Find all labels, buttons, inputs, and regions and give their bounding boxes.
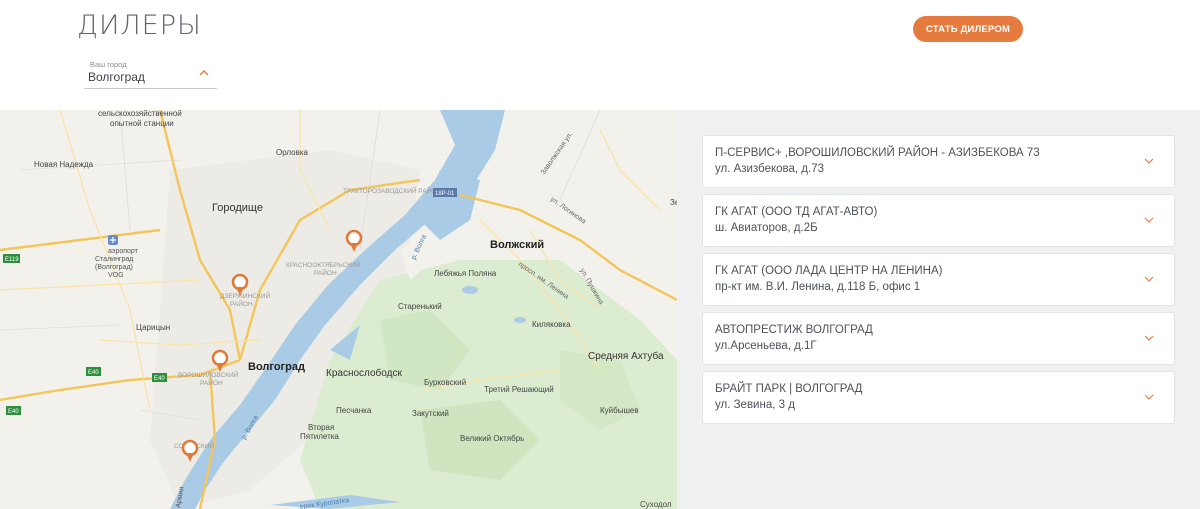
airport-icon: [108, 235, 118, 245]
map-label: Средняя Ахтуба: [588, 350, 664, 362]
map-label: ДЗЕРЖИНСКИЙ: [220, 291, 270, 300]
map-label: Куйбышев: [600, 406, 639, 415]
map-label: КРАСНООКТЯБРЬСКИЙ: [286, 260, 361, 269]
road-shield: 18Р-01: [435, 191, 455, 197]
dealer-card[interactable]: АВТОПРЕСТИЖ ВОЛГОГРАД ул.Арсеньева, д.1Г: [702, 312, 1175, 365]
dealer-address: ул.Арсеньева, д.1Г: [715, 340, 817, 352]
map-label: Зе: [670, 198, 677, 207]
city-select-label: Ваш город: [90, 60, 127, 69]
map-label: опытной станции: [110, 119, 174, 128]
dealer-card[interactable]: ГК АГАТ (ООО ЛАДА ЦЕНТР НА ЛЕНИНА) пр-кт…: [702, 253, 1175, 306]
map-label: Лебяжья Поляна: [434, 269, 497, 278]
page-title: ДИЛЕРЫ: [77, 10, 202, 41]
map-label: Бурковский: [424, 378, 466, 387]
dealer-address: ш. Авиаторов, д.2Б: [715, 222, 818, 234]
map-label: Царицын: [136, 323, 170, 332]
map-label: Киляковка: [532, 320, 571, 329]
dealers-map[interactable]: сельскохозяйственной опытной станции Орл…: [0, 110, 677, 509]
road-shield: E119: [5, 257, 19, 263]
map-label: Новая Надежда: [34, 160, 94, 169]
dealer-address: ул. Зевина, 3 д: [715, 399, 795, 411]
road-shield: E40: [8, 409, 19, 415]
map-label: Краснослободск: [326, 367, 402, 379]
chevron-down-icon: [1144, 335, 1154, 341]
chevron-down-icon: [1144, 158, 1154, 164]
chevron-up-icon: [199, 70, 209, 76]
dealers-list: П-СЕРВИС+ ,ВОРОШИЛОВСКИЙ РАЙОН - АЗИЗБЕК…: [677, 110, 1200, 509]
map-label: (Волгоград): [95, 264, 133, 271]
map-label: Третий Решающий: [484, 385, 554, 394]
map-label: Городище: [212, 202, 263, 214]
dealer-address: ул. Азизбекова, д.73: [715, 163, 824, 175]
map-label: ТРАКТОРОЗАВОДСКИЙ РАЙОН: [343, 186, 441, 195]
map-label: РАЙОН: [314, 268, 337, 277]
map-label: ВОРОШИЛОВСКИЙ: [178, 370, 239, 379]
dealer-card[interactable]: БРАЙТ ПАРК | ВОЛГОГРАД ул. Зевина, 3 д: [702, 371, 1175, 424]
map-label: VOG: [108, 272, 124, 279]
dealer-card[interactable]: П-СЕРВИС+ ,ВОРОШИЛОВСКИЙ РАЙОН - АЗИЗБЕК…: [702, 135, 1175, 188]
map-label: Пятилетка: [300, 432, 339, 441]
dealer-name: ГК АГАТ (ООО ТД АГАТ-АВТО): [715, 206, 878, 218]
city-select-value: Волгоград: [88, 70, 145, 84]
map-label: Орловка: [276, 148, 309, 157]
dealer-name: БРАЙТ ПАРК | ВОЛГОГРАД: [715, 383, 863, 395]
dealer-name: ГК АГАТ (ООО ЛАДА ЦЕНТР НА ЛЕНИНА): [715, 265, 943, 277]
dealer-card[interactable]: ГК АГАТ (ООО ТД АГАТ-АВТО) ш. Авиаторов,…: [702, 194, 1175, 247]
map-label: Великий Октябрь: [460, 434, 524, 443]
become-dealer-button[interactable]: СТАТЬ ДИЛЕРОМ: [913, 16, 1023, 42]
map-label: Волжский: [490, 239, 544, 251]
map-label: Волгоград: [248, 361, 305, 373]
map-label: Закутский: [412, 409, 449, 418]
chevron-down-icon: [1144, 276, 1154, 282]
dealer-address: пр-кт им. В.И. Ленина, д.118 Б, офис 1: [715, 281, 921, 293]
map-label: Старенький: [398, 302, 442, 311]
road-shield: E40: [154, 376, 165, 382]
road-shield: E40: [88, 370, 99, 376]
chevron-down-icon: [1144, 394, 1154, 400]
chevron-down-icon: [1144, 217, 1154, 223]
map-label: Сталинград: [95, 256, 133, 263]
map-label: РАЙОН: [230, 299, 253, 308]
map-label: аэропорт: [108, 248, 139, 255]
map-label: РАЙОН: [200, 378, 223, 387]
map-label: Вторая: [308, 423, 334, 432]
dealer-name: П-СЕРВИС+ ,ВОРОШИЛОВСКИЙ РАЙОН - АЗИЗБЕК…: [715, 147, 1040, 159]
city-select[interactable]: Ваш город Волгоград: [84, 58, 217, 89]
map-label: Песчанка: [336, 406, 372, 415]
dealer-name: АВТОПРЕСТИЖ ВОЛГОГРАД: [715, 324, 873, 336]
map-label: Суходол: [640, 500, 672, 509]
map-label: сельскохозяйственной: [98, 110, 182, 118]
